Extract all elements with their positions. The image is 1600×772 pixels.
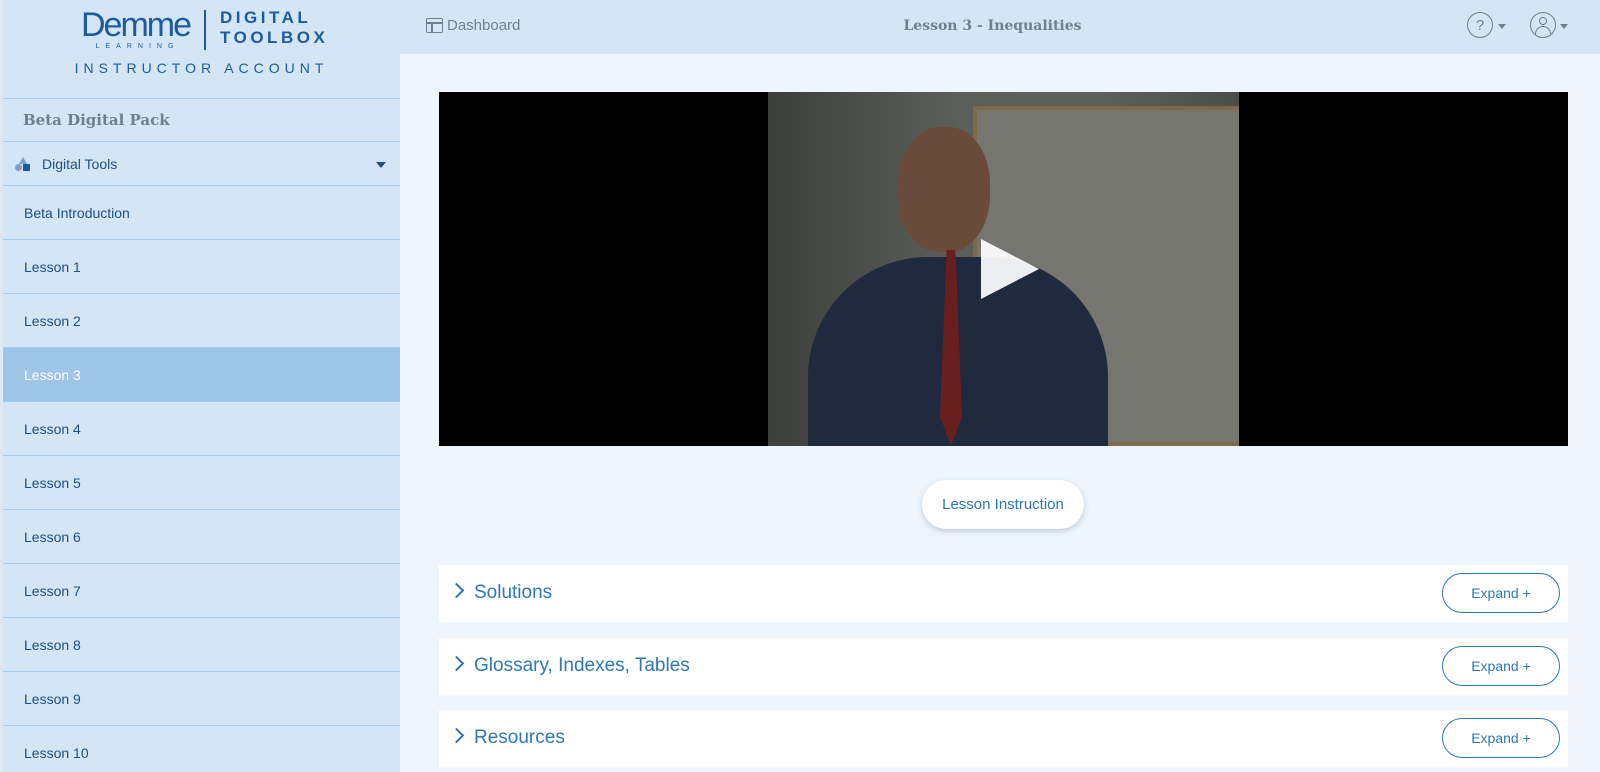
section-title: Resources [474, 727, 565, 748]
toolbox-logo: DIGITAL TOOLBOX [220, 8, 328, 48]
sidebar-item-lesson-2[interactable]: Lesson 2 [3, 294, 400, 348]
logo[interactable]: Demme LEARNING DIGITAL TOOLBOX [81, 8, 328, 50]
section-resources[interactable]: Resources Expand + [439, 710, 1568, 767]
sidebar-item-lesson-7[interactable]: Lesson 7 [3, 564, 400, 618]
sidebar-item-lesson-10[interactable]: Lesson 10 [3, 726, 400, 772]
sidebar-item-lesson-6[interactable]: Lesson 6 [3, 510, 400, 564]
sidebar-item-lesson-9[interactable]: Lesson 9 [3, 672, 400, 726]
section-glossary[interactable]: Glossary, Indexes, Tables Expand + [439, 638, 1568, 695]
top-bar: Dashboard Lesson 3 - Inequalities ? [400, 0, 1600, 54]
chevron-right-icon [448, 655, 465, 672]
digital-tools-label: Digital Tools [42, 155, 118, 172]
sidebar-item-beta-introduction[interactable]: Beta Introduction [3, 186, 400, 240]
play-icon[interactable] [981, 239, 1039, 299]
demme-logo: Demme LEARNING [81, 6, 192, 50]
pack-title: Beta Digital Pack [3, 99, 400, 142]
help-caret-icon [1498, 24, 1506, 29]
sidebar-item-lesson-4[interactable]: Lesson 4 [3, 402, 400, 456]
logo-divider [204, 10, 207, 50]
help-icon: ? [1467, 12, 1493, 38]
instructor-head [898, 127, 990, 252]
sidebar-item-lesson-8[interactable]: Lesson 8 [3, 618, 400, 672]
toolbox-line2: TOOLBOX [220, 28, 329, 47]
sidebar: Demme LEARNING DIGITAL TOOLBOX INSTRUCTO… [0, 0, 400, 772]
chevron-down-icon [376, 162, 386, 168]
shapes-icon [15, 156, 31, 172]
section-title: Solutions [474, 582, 553, 603]
section-title: Glossary, Indexes, Tables [474, 655, 690, 676]
page-title: Lesson 3 - Inequalities [903, 18, 1082, 34]
lesson-instruction-button[interactable]: Lesson Instruction [922, 480, 1084, 529]
logo-sub: LEARNING [95, 43, 180, 50]
chevron-right-icon [448, 582, 465, 599]
expand-resources-button[interactable]: Expand + [1442, 718, 1560, 758]
sidebar-item-lesson-5[interactable]: Lesson 5 [3, 456, 400, 510]
account-type: INSTRUCTOR ACCOUNT [74, 60, 329, 76]
chevron-right-icon [448, 727, 465, 744]
logo-word: Demme [81, 6, 192, 44]
logo-area: Demme LEARNING DIGITAL TOOLBOX INSTRUCTO… [3, 0, 400, 99]
expand-solutions-button[interactable]: Expand + [1442, 573, 1560, 613]
sidebar-item-lesson-1[interactable]: Lesson 1 [3, 240, 400, 294]
toolbox-line1: DIGITAL [220, 8, 312, 27]
digital-tools-dropdown[interactable]: Digital Tools [3, 142, 400, 186]
expand-glossary-button[interactable]: Expand + [1442, 646, 1560, 686]
user-caret-icon [1560, 24, 1568, 29]
user-icon [1530, 12, 1556, 38]
sidebar-item-lesson-3[interactable]: Lesson 3 [3, 348, 400, 402]
section-solutions[interactable]: Solutions Expand + [439, 565, 1568, 622]
